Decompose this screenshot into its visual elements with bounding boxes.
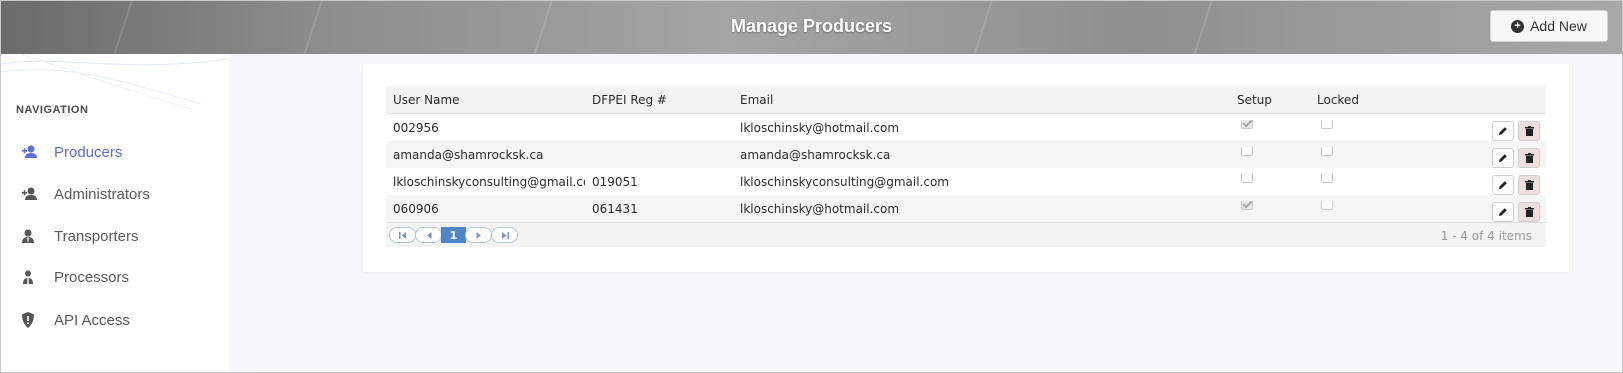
cell-user-name: 060906 bbox=[393, 201, 439, 216]
previous-page-button[interactable] bbox=[415, 227, 442, 243]
last-page-button[interactable] bbox=[491, 227, 518, 243]
add-new-label: Add New bbox=[1530, 18, 1587, 34]
setup-checkbox bbox=[1241, 174, 1253, 183]
table-row[interactable]: 002956 lkloschinsky@hotmail.com bbox=[386, 114, 1546, 141]
cell-user-name: amanda@shamrocksk.ca bbox=[393, 147, 544, 162]
edit-button[interactable] bbox=[1492, 120, 1514, 141]
producers-card: User Name DFPEI Reg # Email Setup Locked… bbox=[363, 64, 1569, 272]
locked-checkbox bbox=[1321, 147, 1333, 156]
pencil-icon bbox=[1499, 126, 1507, 135]
edit-button[interactable] bbox=[1492, 147, 1514, 168]
cell-email: lkloschinsky@hotmail.com bbox=[740, 120, 900, 135]
trash-icon bbox=[1524, 206, 1534, 217]
nav-heading: NAVIGATION bbox=[16, 104, 89, 116]
first-page-icon bbox=[398, 231, 406, 239]
plus-circle-icon: + bbox=[1511, 19, 1525, 33]
first-page-button[interactable] bbox=[389, 227, 416, 243]
pager-info: 1 - 4 of 4 items bbox=[1440, 229, 1532, 243]
trash-icon bbox=[1524, 152, 1534, 163]
sidebar-item-transporters[interactable]: Transporters bbox=[21, 224, 138, 248]
sidebar-item-label: Producers bbox=[54, 143, 123, 161]
delete-button[interactable] bbox=[1518, 120, 1540, 141]
locked-checkbox bbox=[1321, 120, 1333, 129]
table-row[interactable]: amanda@shamrocksk.ca amanda@shamrocksk.c… bbox=[386, 141, 1546, 168]
table-row[interactable]: lkloschinskyconsulting@gmail.com 019051 … bbox=[386, 168, 1546, 195]
sidebar: NAVIGATION Producers Administrators Tran… bbox=[1, 54, 229, 372]
shield-icon bbox=[21, 312, 54, 328]
setup-checkbox bbox=[1241, 201, 1253, 210]
user-plus-icon bbox=[21, 187, 54, 201]
column-header-email[interactable]: Email bbox=[733, 93, 1230, 107]
sidebar-item-label: Transporters bbox=[54, 227, 139, 245]
last-page-icon bbox=[501, 231, 509, 239]
grid-pager: 1 1 - 4 of 4 items bbox=[386, 222, 1546, 247]
user-group-icon bbox=[21, 270, 54, 284]
column-header-setup[interactable]: Setup bbox=[1230, 93, 1310, 107]
sidebar-item-label: API Access bbox=[54, 311, 130, 329]
producers-grid: User Name DFPEI Reg # Email Setup Locked… bbox=[386, 86, 1546, 247]
table-row[interactable]: 060906 061431 lkloschinsky@hotmail.com bbox=[386, 195, 1546, 222]
edit-button[interactable] bbox=[1492, 174, 1514, 195]
locked-checkbox bbox=[1321, 174, 1333, 183]
delete-button[interactable] bbox=[1518, 201, 1540, 222]
sidebar-item-label: Processors bbox=[54, 268, 130, 286]
cell-email: amanda@shamrocksk.ca bbox=[740, 147, 891, 162]
pencil-icon bbox=[1499, 180, 1507, 189]
page-header: Manage Producers + Add New bbox=[1, 1, 1622, 54]
sidebar-item-label: Administrators bbox=[54, 185, 150, 203]
sidebar-item-administrators[interactable]: Administrators bbox=[21, 182, 150, 206]
next-page-icon bbox=[476, 231, 481, 239]
column-header-user-name[interactable]: User Name bbox=[386, 93, 585, 107]
add-new-button[interactable]: + Add New bbox=[1490, 10, 1608, 42]
page-number-current[interactable]: 1 bbox=[441, 227, 466, 243]
trash-icon bbox=[1524, 125, 1534, 136]
cell-email: lkloschinsky@hotmail.com bbox=[740, 201, 900, 216]
sidebar-item-producers[interactable]: Producers bbox=[21, 140, 122, 164]
cell-email: lkloschinskyconsulting@gmail.com bbox=[740, 174, 949, 189]
sidebar-item-processors[interactable]: Processors bbox=[21, 265, 129, 289]
locked-checkbox bbox=[1321, 201, 1333, 210]
setup-checkbox bbox=[1241, 147, 1253, 156]
user-plus-icon bbox=[21, 145, 54, 159]
cell-reg: 061431 bbox=[592, 201, 638, 216]
delete-button[interactable] bbox=[1518, 174, 1540, 195]
cell-user-name: lkloschinskyconsulting@gmail.com bbox=[393, 174, 585, 189]
cell-reg: 019051 bbox=[592, 174, 638, 189]
sidebar-item-api-access[interactable]: API Access bbox=[21, 308, 130, 332]
previous-page-icon bbox=[426, 231, 431, 239]
cell-user-name: 002956 bbox=[393, 120, 439, 135]
trash-icon bbox=[1524, 179, 1534, 190]
pencil-icon bbox=[1499, 153, 1507, 162]
edit-button[interactable] bbox=[1492, 201, 1514, 222]
column-header-reg[interactable]: DFPEI Reg # bbox=[585, 93, 733, 107]
setup-checkbox bbox=[1241, 120, 1253, 129]
next-page-button[interactable] bbox=[465, 227, 492, 243]
page-title: Manage Producers bbox=[730, 16, 893, 36]
user-tie-icon bbox=[21, 229, 54, 243]
column-header-locked[interactable]: Locked bbox=[1310, 93, 1468, 107]
pencil-icon bbox=[1499, 207, 1507, 216]
grid-header: User Name DFPEI Reg # Email Setup Locked bbox=[386, 86, 1546, 114]
delete-button[interactable] bbox=[1518, 147, 1540, 168]
